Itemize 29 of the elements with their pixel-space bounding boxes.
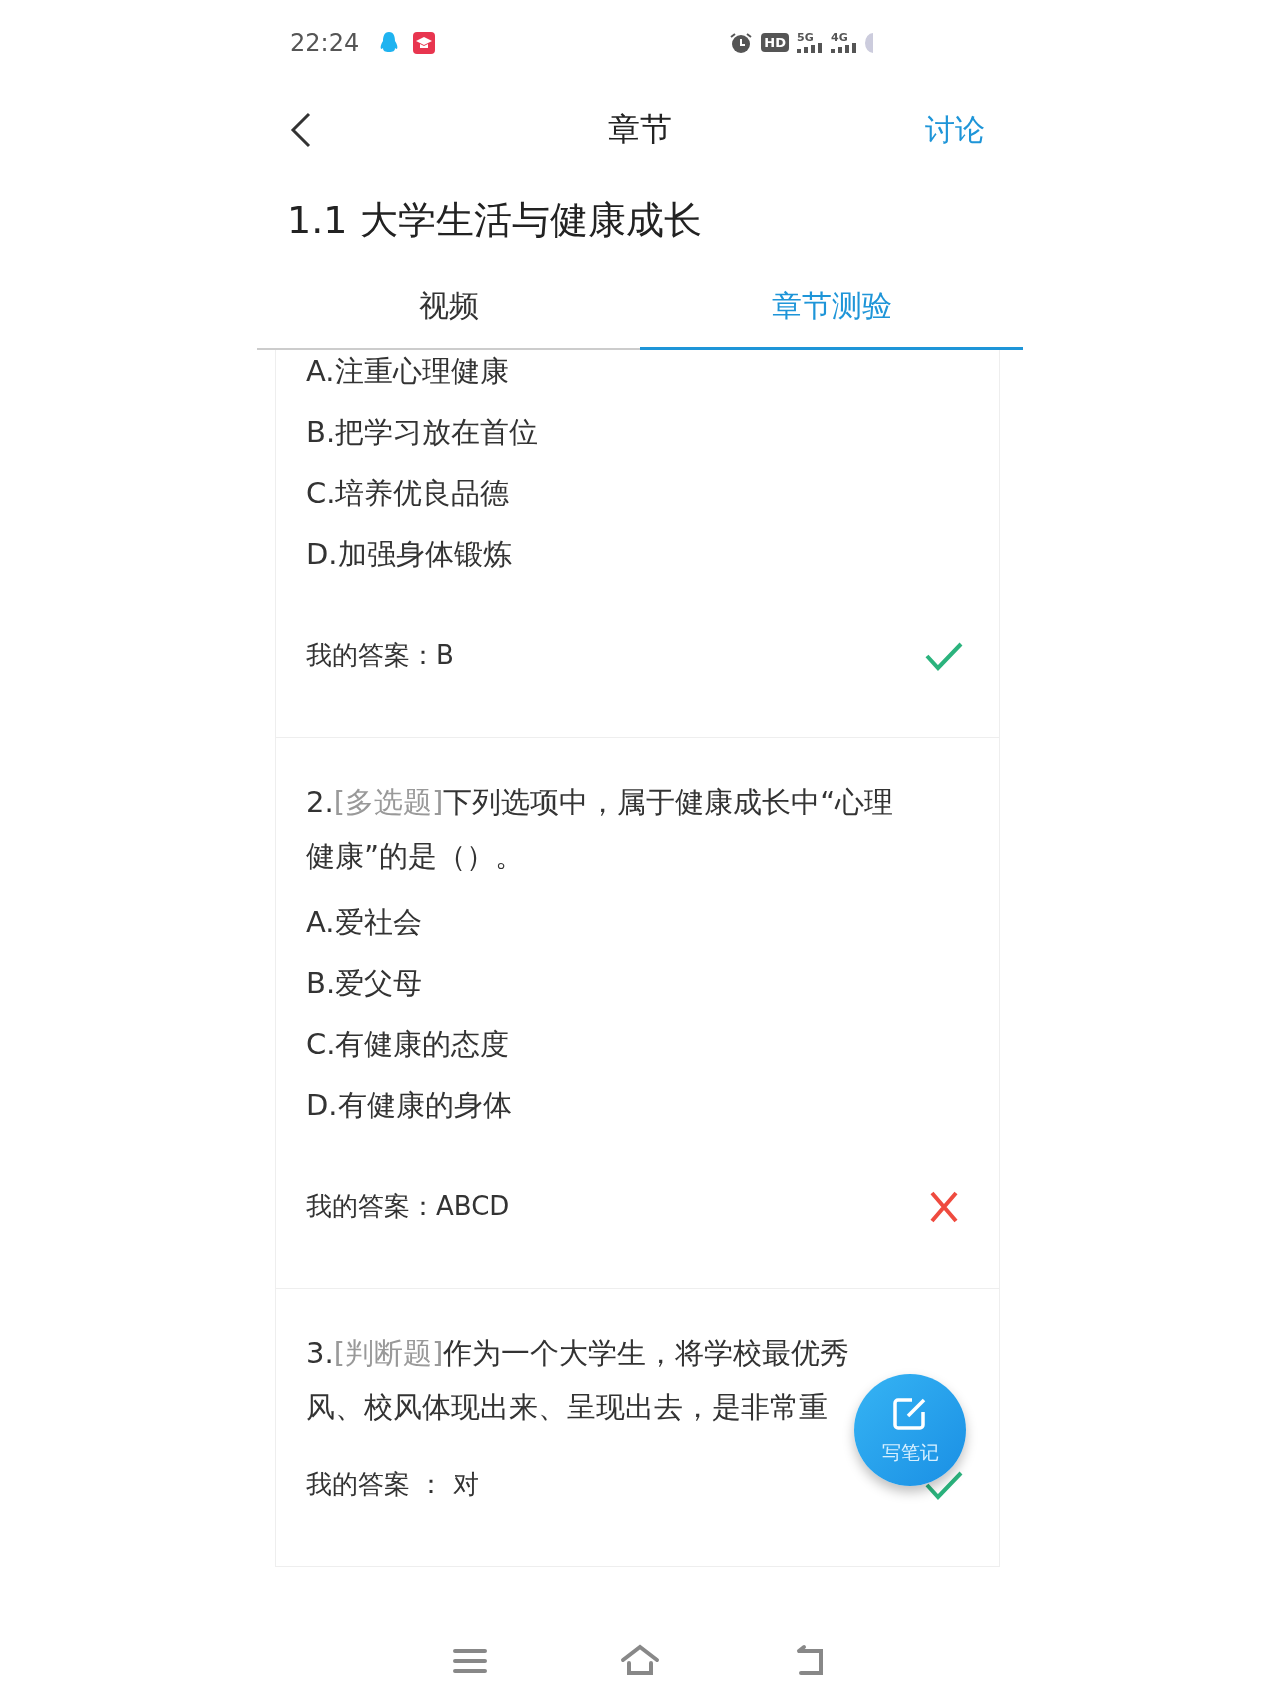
write-note-button[interactable]: 写笔记 (854, 1374, 966, 1486)
hd-icon: HD (761, 33, 789, 52)
option-text: D.有健康的身体 (306, 1087, 512, 1124)
option-text: D.加强身体锻炼 (306, 536, 512, 573)
battery-icon (865, 32, 873, 53)
penguin-icon (379, 30, 400, 55)
signal-icon (831, 43, 857, 53)
status-time: 22:24 (290, 28, 360, 57)
my-answer: 我的答案 ： 对 (306, 1468, 479, 1501)
tab[interactable]: 章节测验 (640, 265, 1023, 350)
network-label: 5G (797, 32, 814, 43)
network-label: 4G (831, 32, 848, 43)
option-text: A.爱社会 (306, 904, 422, 941)
my-answer: 我的答案：ABCD (306, 1190, 510, 1223)
option-text: C.有健康的态度 (306, 1026, 510, 1063)
option-text: A.注重心理健康 (306, 353, 509, 390)
option-text: B.爱父母 (306, 965, 423, 1002)
question-text: 3.[判断题]作为一个大学生，将学校最优秀 风、校风体现出来、呈现出去，是非常重 (306, 1335, 850, 1426)
option-text: B.把学习放在首位 (306, 414, 539, 451)
option-text: C.培养优良品德 (306, 475, 510, 512)
discussion-link[interactable]: 讨论 (925, 109, 985, 151)
page-title: 章节 (608, 110, 672, 148)
question-text: 2.[多选题]下列选项中，属于健康成长中“心理 健康”的是（）。 (306, 784, 894, 875)
signal-icon (797, 43, 823, 53)
tab[interactable]: 视频 (257, 265, 640, 350)
alarm-icon (729, 30, 754, 55)
chapter-title: 1.1 大学生活与健康成长 (287, 196, 702, 244)
app-icon (413, 31, 436, 54)
my-answer: 我的答案：B (306, 639, 454, 672)
